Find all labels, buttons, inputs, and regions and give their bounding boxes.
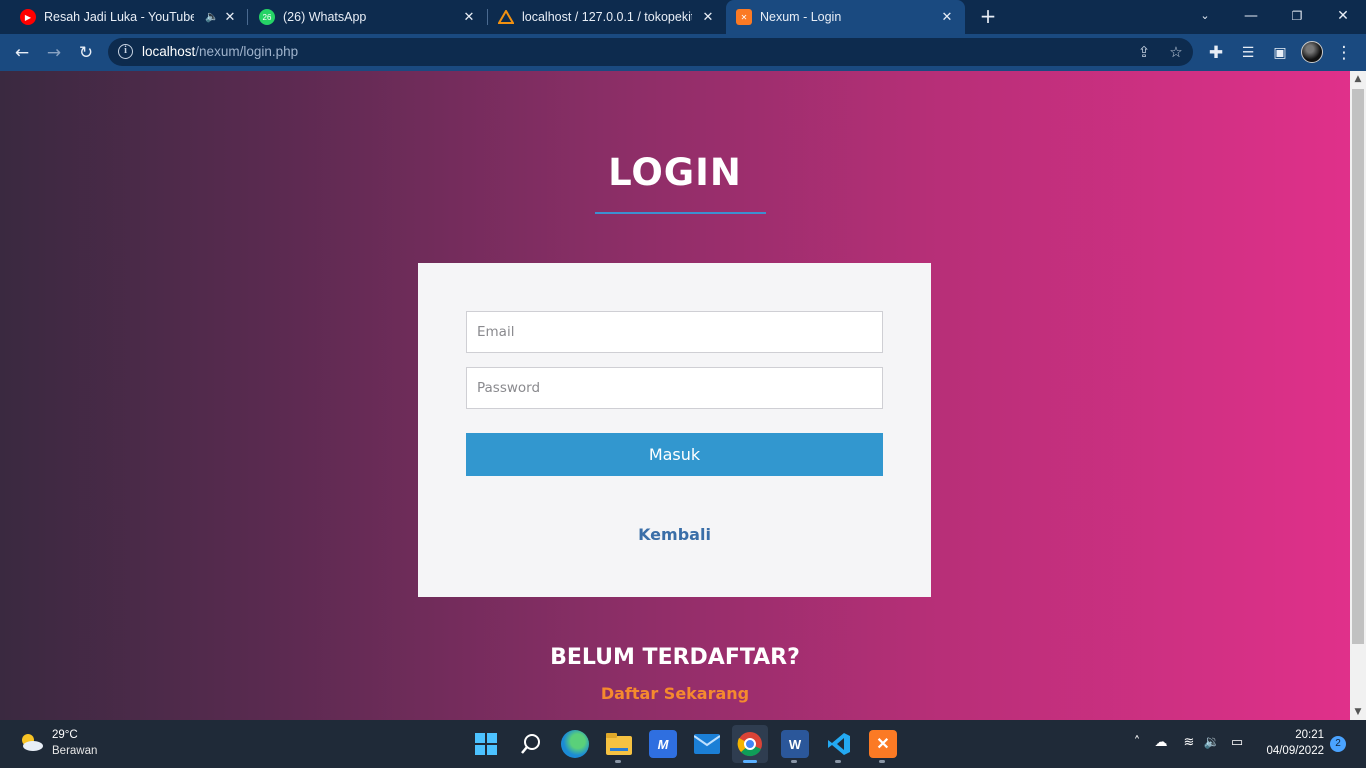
login-card: Masuk Kembali — [418, 263, 931, 597]
tab-title: Resah Jadi Luka - YouTube M — [44, 10, 194, 24]
xampp-icon: ✕ — [736, 9, 752, 25]
weather-temperature[interactable]: 29°C — [52, 729, 78, 741]
email-field[interactable] — [466, 311, 883, 353]
address-bar[interactable]: i localhost/nexum/login.php ⇪ ☆ — [108, 38, 1193, 66]
page-scrollbar[interactable]: ▲ ▼ — [1350, 71, 1366, 720]
close-icon[interactable]: ✕ — [939, 9, 955, 25]
notification-badge[interactable]: 2 — [1330, 736, 1346, 752]
scrollbar-thumb[interactable] — [1352, 89, 1364, 644]
tab-separator — [487, 9, 488, 25]
partly-cloudy-icon[interactable] — [18, 731, 44, 753]
whatsapp-icon: 26 — [259, 9, 275, 25]
running-indicator — [879, 760, 885, 763]
close-icon[interactable]: ✕ — [700, 9, 716, 25]
tab-youtube-music[interactable]: ▶ Resah Jadi Luka - YouTube M 🔈 ✕ — [12, 0, 248, 34]
file-explorer-icon[interactable] — [605, 730, 633, 758]
url-host: localhost — [142, 44, 196, 59]
back-link[interactable]: Kembali — [418, 525, 931, 544]
title-underline — [595, 212, 766, 214]
running-indicator — [791, 760, 797, 763]
media-control-icon[interactable]: ☰ — [1235, 40, 1261, 66]
email-input[interactable] — [467, 312, 882, 352]
active-indicator — [743, 760, 757, 763]
word-icon[interactable]: W — [781, 730, 809, 758]
login-button[interactable]: Masuk — [466, 433, 883, 476]
mail-icon[interactable] — [693, 730, 721, 758]
running-indicator — [835, 760, 841, 763]
minimize-button[interactable]: — — [1239, 6, 1263, 26]
browser-tab-strip: ▶ Resah Jadi Luka - YouTube M 🔈 ✕ 26 (26… — [0, 0, 1366, 34]
page-viewport: LOGIN Masuk Kembali BELUM TERDAFTAR? Daf… — [0, 71, 1350, 720]
phpmyadmin-icon — [498, 9, 514, 25]
windows-start-icon[interactable] — [472, 730, 500, 758]
password-field[interactable] — [466, 367, 883, 409]
site-info-icon[interactable]: i — [118, 44, 133, 59]
clock-time[interactable]: 20:21 — [1260, 729, 1324, 741]
youtube-music-icon: ▶ — [20, 9, 36, 25]
tab-separator — [247, 9, 248, 25]
new-tab-button[interactable]: + — [978, 6, 998, 26]
edge-icon[interactable] — [561, 730, 589, 758]
url-text[interactable]: localhost/nexum/login.php — [142, 44, 298, 59]
chrome-icon[interactable] — [732, 725, 768, 763]
bookmark-star-icon[interactable]: ☆ — [1166, 42, 1186, 62]
close-icon[interactable]: ✕ — [461, 9, 477, 25]
share-icon[interactable]: ⇪ — [1134, 42, 1154, 62]
tab-phpmyadmin[interactable]: localhost / 127.0.0.1 / tokopekita ✕ — [490, 0, 726, 34]
show-hidden-icons-chevron-icon[interactable]: ˄ — [1128, 734, 1146, 752]
running-indicator — [615, 760, 621, 763]
browser-menu-icon[interactable]: ⋮ — [1331, 40, 1357, 66]
profile-avatar[interactable] — [1301, 41, 1323, 63]
reload-button[interactable]: ↻ — [73, 40, 99, 66]
close-window-button[interactable]: ✕ — [1331, 6, 1355, 26]
tab-whatsapp[interactable]: 26 (26) WhatsApp ✕ — [251, 0, 487, 34]
vscode-icon[interactable] — [825, 730, 853, 758]
weather-description[interactable]: Berawan — [52, 745, 97, 757]
close-icon[interactable]: ✕ — [222, 9, 238, 25]
search-icon[interactable] — [517, 730, 545, 758]
wifi-icon[interactable]: ≋ — [1180, 734, 1198, 752]
tab-title: localhost / 127.0.0.1 / tokopekita — [522, 10, 692, 24]
xampp-icon[interactable]: ✕ — [869, 730, 897, 758]
tab-title: (26) WhatsApp — [283, 10, 367, 24]
scroll-up-arrow-icon[interactable]: ▲ — [1350, 71, 1366, 87]
battery-icon[interactable]: ▭ — [1228, 734, 1246, 752]
onedrive-cloud-icon[interactable]: ☁ — [1152, 734, 1170, 752]
scroll-down-arrow-icon[interactable]: ▼ — [1350, 704, 1366, 720]
side-panel-icon[interactable]: ▣ — [1267, 40, 1293, 66]
clock-date[interactable]: 04/09/2022 — [1250, 745, 1324, 757]
audio-playing-icon[interactable]: 🔈 — [205, 10, 219, 23]
url-path: /nexum/login.php — [195, 44, 299, 59]
register-prompt: BELUM TERDAFTAR? — [550, 645, 800, 670]
extensions-puzzle-icon[interactable]: ✚ — [1203, 40, 1229, 66]
tab-nexum-login[interactable]: ✕ Nexum - Login ✕ — [726, 0, 965, 34]
volume-icon[interactable]: 🔉 — [1203, 734, 1221, 752]
register-link[interactable]: Daftar Sekarang — [0, 684, 1350, 703]
tab-search-chevron-icon[interactable]: ⌄ — [1193, 6, 1217, 26]
tab-title: Nexum - Login — [760, 10, 842, 24]
password-input[interactable] — [467, 368, 882, 408]
forward-button[interactable]: → — [41, 40, 67, 66]
restore-button[interactable]: ❐ — [1285, 6, 1309, 26]
ai-app-icon[interactable]: M — [649, 730, 677, 758]
page-title: LOGIN — [608, 151, 742, 194]
back-button[interactable]: ← — [9, 40, 35, 66]
